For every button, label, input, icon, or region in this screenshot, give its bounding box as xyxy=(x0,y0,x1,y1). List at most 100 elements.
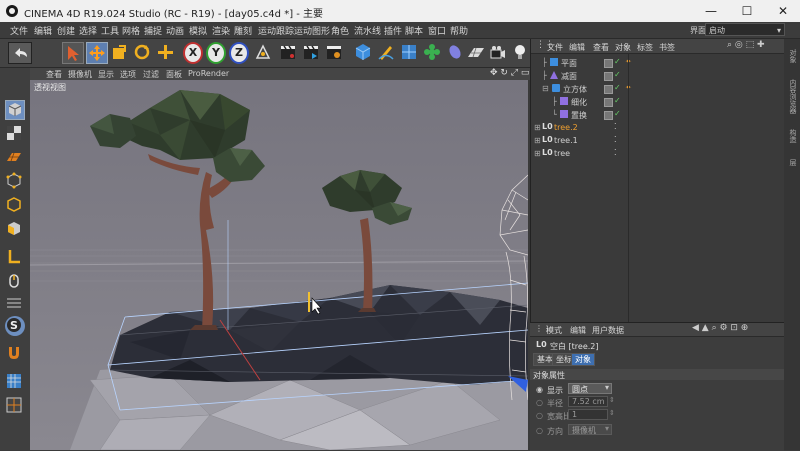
menu-tools[interactable]: 工具 xyxy=(101,24,119,37)
lock-workplane-button[interactable] xyxy=(5,372,25,392)
edges-mode-button[interactable] xyxy=(5,196,25,216)
menu-animate[interactable]: 动画 xyxy=(166,24,184,37)
menu-simulate[interactable]: 模拟 xyxy=(189,24,207,37)
menu-create[interactable]: 创建 xyxy=(57,24,75,37)
om-menu-bookmarks[interactable]: 书签 xyxy=(659,42,675,53)
menu-script[interactable]: 脚本 xyxy=(405,24,423,37)
visibility-dots-icon[interactable]: ⁚ xyxy=(614,148,617,157)
perspective-viewport[interactable] xyxy=(30,80,528,450)
radius-input[interactable]: 7.52 cm xyxy=(568,396,608,407)
subdivision-surface-button[interactable] xyxy=(399,42,421,64)
object-manager-column-divider[interactable] xyxy=(628,54,629,322)
render-settings-button[interactable] xyxy=(324,42,346,64)
menu-sculpt[interactable]: 雕刻 xyxy=(234,24,252,37)
pen-spline-button[interactable] xyxy=(376,42,398,64)
object-row-subdivide[interactable]: ├ 细化 ✓ xyxy=(534,96,774,108)
object-row-tree-2[interactable]: ⊞ L0 tree.2 ⁚ xyxy=(534,122,774,134)
viewport-solo-button[interactable] xyxy=(5,294,25,314)
menu-file[interactable]: 文件 xyxy=(10,24,28,37)
workplane-button[interactable] xyxy=(5,148,25,168)
radio-dot-icon[interactable]: ○ xyxy=(536,398,543,407)
menu-render[interactable]: 渲染 xyxy=(212,24,230,37)
rotate-tool-button[interactable] xyxy=(132,42,154,64)
close-button[interactable]: ✕ xyxy=(766,0,800,22)
points-mode-button[interactable] xyxy=(5,172,25,192)
x-axis-button[interactable]: X xyxy=(183,42,203,64)
radio-dot-icon[interactable]: ○ xyxy=(536,411,543,420)
visibility-flag-icon[interactable] xyxy=(604,98,613,107)
scale-tool-button[interactable] xyxy=(109,42,131,64)
menu-plugins[interactable]: 插件 xyxy=(384,24,402,37)
om-search-icon[interactable]: ⌕ ◎ ⬚ ✚ xyxy=(727,40,765,50)
visibility-flag-icon[interactable] xyxy=(604,111,613,120)
aspect-input[interactable]: 1 xyxy=(568,409,608,420)
side-tab-structure[interactable]: 构造 xyxy=(786,129,798,143)
array-generator-button[interactable] xyxy=(422,42,444,64)
radio-dot-icon[interactable]: ◉ xyxy=(536,385,543,394)
object-row-displace[interactable]: └ 置换 ✓ xyxy=(534,109,774,121)
add-tool-button[interactable] xyxy=(155,42,177,64)
menu-snap[interactable]: 捕捉 xyxy=(144,24,162,37)
menu-pipeline[interactable]: 流水线 xyxy=(354,24,381,37)
check-icon[interactable]: ✓ xyxy=(614,109,621,118)
maximize-button[interactable]: ☐ xyxy=(730,0,764,22)
menu-mograph[interactable]: 运动图形 xyxy=(294,24,330,37)
object-row-tree-1[interactable]: ⊞ L0 tree.1 ⁚ xyxy=(534,135,774,147)
check-icon[interactable]: ✓ xyxy=(614,83,621,92)
layout-dropdown[interactable]: 启动 ▾ xyxy=(705,23,785,36)
radio-dot-icon[interactable]: ○ xyxy=(536,426,543,435)
move-tool-button[interactable] xyxy=(86,42,108,64)
menu-mesh[interactable]: 网格 xyxy=(122,24,140,37)
menu-motion-tracking[interactable]: 运动跟踪 xyxy=(258,24,294,37)
check-icon[interactable]: ✓ xyxy=(614,57,621,66)
om-menu-file[interactable]: 文件 xyxy=(547,42,563,53)
attr-tab-object[interactable]: 对象 xyxy=(571,353,595,366)
orientation-dropdown[interactable]: 摄像机 ▾ xyxy=(568,424,612,435)
magnet-button[interactable] xyxy=(5,344,25,364)
visibility-dots-icon[interactable]: ⁚ xyxy=(614,122,617,131)
render-view-button[interactable] xyxy=(278,42,300,64)
camera-button[interactable] xyxy=(488,42,510,64)
menu-edit[interactable]: 编辑 xyxy=(34,24,52,37)
menu-help[interactable]: 帮助 xyxy=(450,24,468,37)
viewport-navigation-icons[interactable]: ✥ ↻ ⤢ ▭ xyxy=(490,68,529,78)
om-menu-tags[interactable]: 标签 xyxy=(637,42,653,53)
attr-section-header[interactable]: 对象属性 xyxy=(530,369,784,380)
side-tab-layers[interactable]: 层 xyxy=(786,159,798,166)
expand-plus-icon[interactable]: ⊞ xyxy=(534,149,541,158)
floor-scene-button[interactable] xyxy=(466,42,488,64)
viewport-menu-filter[interactable]: 过滤 xyxy=(143,69,159,80)
visibility-dots-icon[interactable]: ⁚ xyxy=(614,135,617,144)
expand-plus-icon[interactable]: ⊞ xyxy=(534,136,541,145)
side-tab-objects[interactable]: 对象 xyxy=(786,49,798,63)
check-icon[interactable]: ✓ xyxy=(614,70,621,79)
y-axis-button[interactable]: Y xyxy=(206,42,226,64)
object-row-plane[interactable]: ├ 平面 ✓ ✦ xyxy=(534,57,774,69)
expand-plus-icon[interactable]: ⊞ xyxy=(534,123,541,132)
coordinate-system-button[interactable] xyxy=(253,42,275,64)
viewport-menu-view[interactable]: 查看 xyxy=(46,69,62,80)
om-menu-view[interactable]: 查看 xyxy=(593,42,609,53)
light-button[interactable] xyxy=(510,42,532,64)
snap-button[interactable]: S xyxy=(5,316,25,336)
viewport-menu-prorender[interactable]: ProRender xyxy=(188,69,229,78)
minimize-button[interactable]: — xyxy=(694,0,728,22)
viewport-menu-panel[interactable]: 面板 xyxy=(166,69,182,80)
visibility-flag-icon[interactable] xyxy=(604,72,613,81)
menu-select[interactable]: 选择 xyxy=(79,24,97,37)
live-select-button[interactable] xyxy=(62,42,84,64)
planar-workplane-button[interactable] xyxy=(5,396,25,416)
spinner-icon[interactable]: ⇕ xyxy=(609,409,615,417)
polygons-mode-button[interactable] xyxy=(5,220,25,240)
enable-axis-button[interactable] xyxy=(5,248,25,268)
menu-window[interactable]: 窗口 xyxy=(428,24,446,37)
viewport-menu-options[interactable]: 选项 xyxy=(120,69,136,80)
object-row-reduce[interactable]: ├ 减面 ✓ xyxy=(534,70,774,82)
side-tab-content-browser[interactable]: 内容浏览器 xyxy=(786,79,798,114)
menu-character[interactable]: 角色 xyxy=(331,24,349,37)
check-icon[interactable]: ✓ xyxy=(614,96,621,105)
om-menu-objects[interactable]: 对象 xyxy=(615,42,631,53)
render-to-picture-viewer-button[interactable] xyxy=(301,42,323,64)
viewport-menu-cameras[interactable]: 摄像机 xyxy=(68,69,92,80)
attr-menu-user-data[interactable]: 用户数据 xyxy=(592,325,624,336)
